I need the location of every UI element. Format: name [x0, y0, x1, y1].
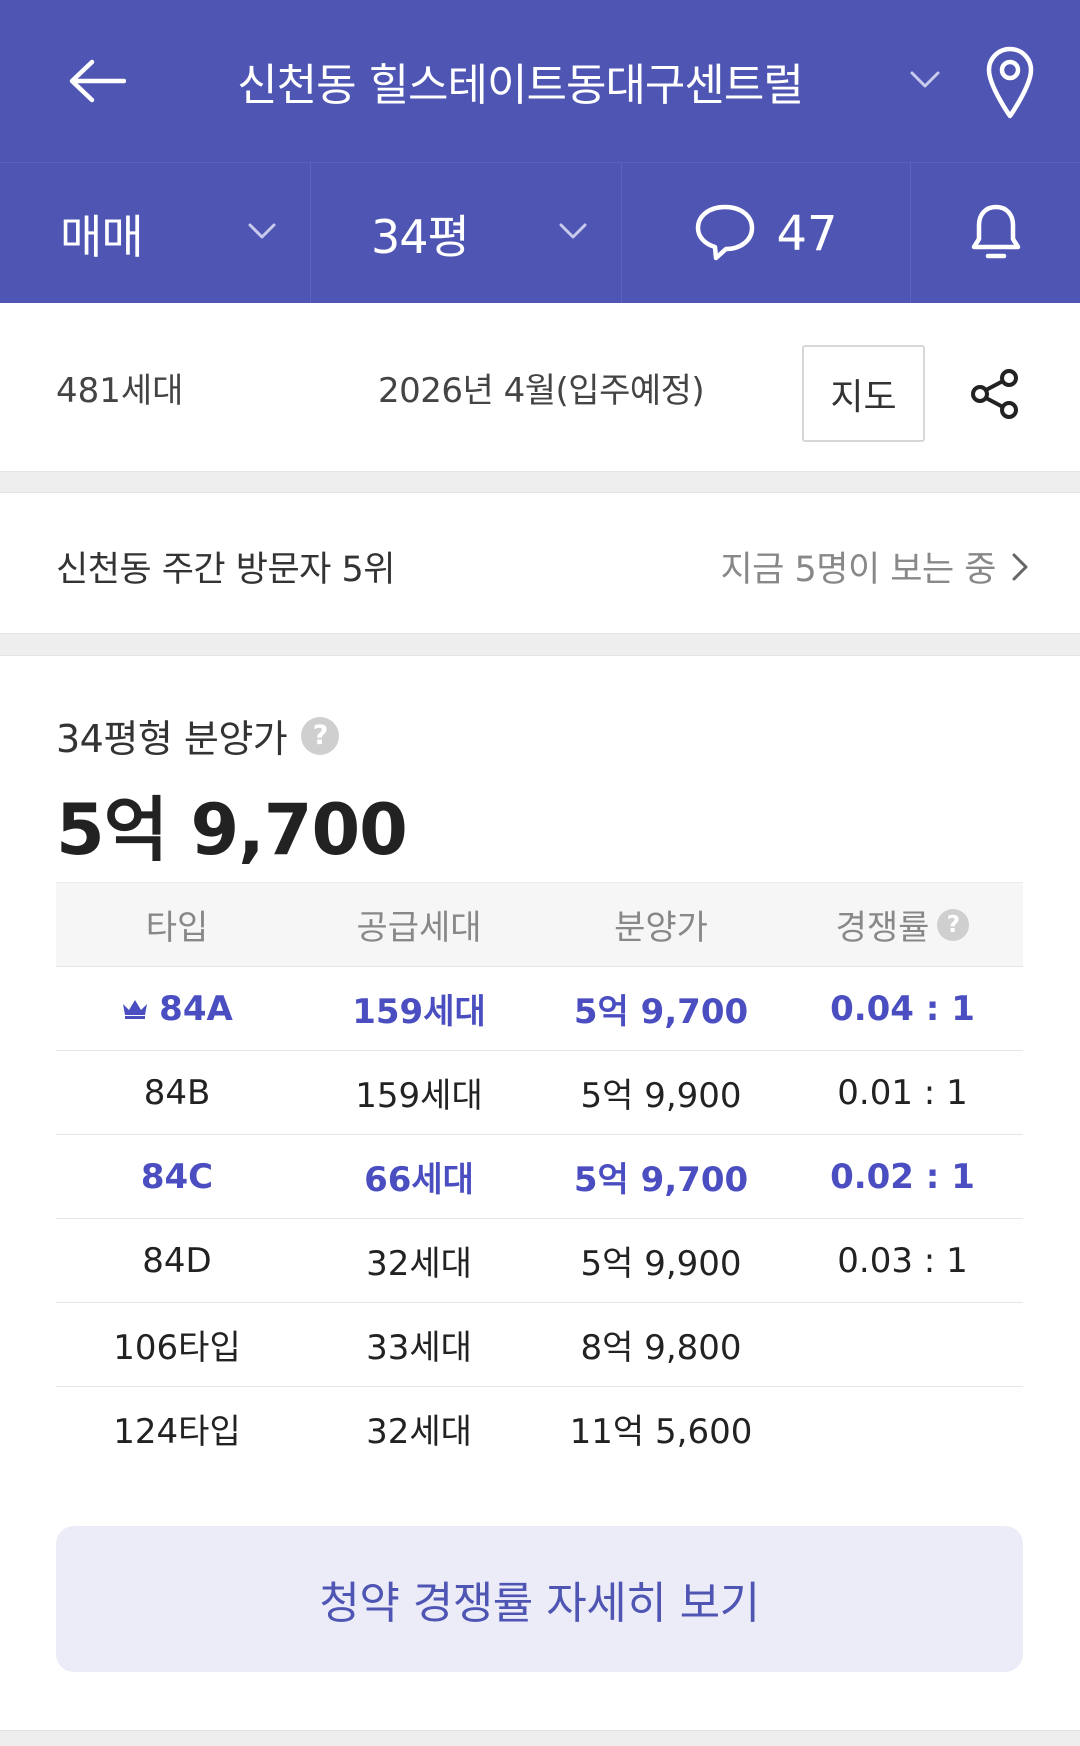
table-row: 84C 66세대 5억 9,700 0.02 : 1	[56, 1134, 1023, 1218]
type-cell: 84B	[143, 1072, 211, 1113]
comment-count: 47	[776, 205, 838, 262]
comments-button[interactable]: 47	[622, 163, 911, 304]
presale-price-value: 5억 9,700	[56, 789, 408, 871]
ratio-cell: 0.03 : 1	[837, 1240, 968, 1281]
type-cell: 84C	[140, 1156, 214, 1197]
price-cell: 5억 9,700	[573, 1160, 749, 1200]
price-cell: 11억 5,600	[569, 1412, 753, 1452]
type-cell: 106타입	[113, 1328, 241, 1368]
size-selector[interactable]: 34평	[311, 163, 622, 304]
table-row: 84D 32세대 5억 9,900 0.03 : 1	[56, 1218, 1023, 1302]
map-pin-icon[interactable]	[975, 38, 1045, 128]
complex-info-row: 481세대 2026년 4월(입주예정) 지도	[0, 303, 1080, 471]
table-row: 84B 159세대 5억 9,900 0.01 : 1	[56, 1050, 1023, 1134]
supply-cell: 32세대	[366, 1244, 472, 1284]
section-divider	[0, 471, 1080, 493]
header-supply: 공급세대	[356, 908, 482, 948]
price-cell: 8억 9,800	[580, 1328, 742, 1368]
back-arrow-icon[interactable]	[62, 46, 132, 116]
type-price-table: 타입 공급세대 분양가 경쟁률 ? 84A 159세대 5억 9,700 0.0…	[56, 882, 1023, 1470]
notification-button[interactable]	[911, 163, 1080, 304]
supply-cell: 32세대	[366, 1412, 472, 1452]
trade-type-label: 매매	[60, 209, 144, 264]
header-ratio: 경쟁률 ?	[782, 900, 1023, 949]
map-button[interactable]: 지도	[802, 345, 925, 442]
help-icon[interactable]: ?	[937, 908, 970, 941]
app-header: 신천동 힐스테이트동대구센트럴	[0, 0, 1080, 162]
trade-type-selector[interactable]: 매매	[0, 163, 311, 304]
table-row: 106타입 33세대 8억 9,800	[56, 1302, 1023, 1386]
header-price: 분양가	[614, 908, 708, 948]
page-title[interactable]: 신천동 힐스테이트동대구센트럴	[150, 40, 890, 122]
price-cell: 5억 9,900	[580, 1076, 742, 1116]
crown-icon	[121, 998, 149, 1020]
ratio-cell: 0.01 : 1	[837, 1072, 968, 1113]
section-divider	[0, 1730, 1080, 1746]
help-icon[interactable]: ?	[301, 716, 340, 755]
price-heading-text: 34평형 분양가	[56, 717, 288, 761]
presale-price-section: 34평형 분양가 ? 5억 9,700 타입 공급세대 분양가 경쟁률 ? 84…	[0, 656, 1080, 1730]
chevron-right-icon	[1012, 553, 1028, 581]
visitor-row[interactable]: 신천동 주간 방문자 5위 지금 5명이 보는 중	[0, 493, 1080, 633]
ratio-cell: 0.04 : 1	[830, 988, 975, 1029]
chevron-down-icon	[244, 213, 280, 249]
supply-cell: 159세대	[355, 1076, 483, 1116]
price-heading: 34평형 분양가 ?	[56, 708, 340, 763]
ratio-cell: 0.02 : 1	[830, 1156, 975, 1197]
type-cell: 84A	[56, 989, 298, 1029]
size-label: 34평	[371, 209, 470, 264]
section-divider	[0, 633, 1080, 656]
share-icon[interactable]	[966, 365, 1024, 423]
speech-bubble-icon	[694, 203, 756, 265]
type-cell: 124타입	[113, 1412, 241, 1452]
type-cell: 84D	[142, 1240, 212, 1281]
supply-cell: 33세대	[366, 1328, 472, 1368]
type-text: 84A	[159, 988, 233, 1029]
households-count: 481세대	[56, 371, 184, 411]
supply-cell: 159세대	[352, 992, 486, 1032]
table-header: 타입 공급세대 분양가 경쟁률 ?	[56, 882, 1023, 966]
supply-cell: 66세대	[364, 1160, 474, 1200]
move-in-date: 2026년 4월(입주예정)	[378, 371, 705, 411]
chevron-down-icon	[555, 213, 591, 249]
price-cell: 5억 9,900	[580, 1244, 742, 1284]
current-viewers-text: 지금 5명이 보는 중	[720, 550, 996, 590]
table-row: 124타입 32세대 11억 5,600	[56, 1386, 1023, 1470]
filter-bar: 매매 34평 47	[0, 162, 1080, 304]
weekly-visitor-rank: 신천동 주간 방문자 5위	[56, 550, 395, 590]
chevron-down-icon[interactable]	[905, 60, 945, 100]
bell-icon	[970, 203, 1022, 265]
current-viewers-link[interactable]: 지금 5명이 보는 중	[720, 541, 1028, 592]
table-row: 84A 159세대 5억 9,700 0.04 : 1	[56, 966, 1023, 1050]
header-type: 타입	[145, 908, 209, 948]
competition-details-button[interactable]: 청약 경쟁률 자세히 보기	[56, 1526, 1023, 1672]
price-cell: 5억 9,700	[573, 992, 749, 1032]
header-ratio-text: 경쟁률	[835, 908, 930, 948]
